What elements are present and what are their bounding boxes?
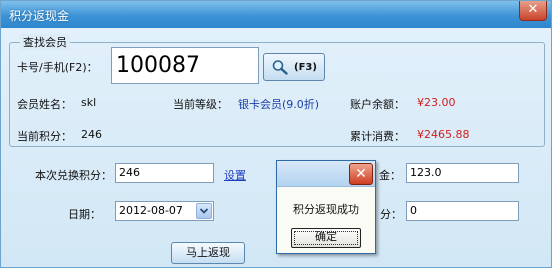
dialog-close-button[interactable]: ✕ [349, 163, 373, 185]
date-picker[interactable]: 2012-08-07 [115, 201, 214, 221]
find-member-legend: 查找会员 [20, 34, 70, 50]
chevron-down-icon [199, 208, 209, 214]
search-button-label: (F3) [294, 61, 317, 73]
dialog-message: 积分返现成功 [293, 203, 359, 216]
redeem-now-button[interactable]: 马上返现 [171, 242, 245, 264]
dialog-ok-button[interactable]: 确定 [291, 228, 361, 248]
title-bar: 积分返现金 ✕ [1, 1, 551, 28]
current-points-value: 246 [81, 128, 102, 141]
redeem-points-input[interactable]: 246 [115, 163, 214, 183]
search-member-button[interactable]: (F3) [263, 53, 325, 81]
date-dropdown-arrow[interactable] [196, 203, 212, 219]
member-level-value: 银卡会员(9.0折) [238, 98, 320, 111]
current-points-label: 当前积分： [17, 130, 72, 143]
window-title: 积分返现金 [9, 9, 70, 23]
member-level-label: 当前等级： [173, 98, 228, 111]
account-balance-label: 账户余额： [350, 98, 405, 111]
total-spent-label: 累计消费： [350, 130, 405, 143]
member-name-label: 会员姓名： [17, 98, 72, 111]
window-close-button[interactable]: ✕ [519, 1, 547, 21]
card-number-label: 卡号/手机(F2)： [17, 61, 98, 74]
date-label: 日期： [68, 208, 101, 221]
redeem-points-window: 积分返现金 ✕ 查找会员 卡号/手机(F2)： 100087 (F3) 会员姓名… [0, 0, 552, 268]
success-dialog: ✕ 积分返现成功 确定 [276, 160, 376, 254]
magnifier-icon [272, 60, 288, 75]
other-amount-label: 分： [380, 208, 402, 221]
settings-link[interactable]: 设置 [224, 167, 246, 183]
total-spent-value: ¥2465.88 [417, 128, 470, 141]
member-name-value: skl [81, 96, 97, 109]
account-balance-value: ¥23.00 [417, 96, 456, 109]
cash-amount-input[interactable]: 123.0 [406, 163, 519, 183]
dialog-title-bar: ✕ [277, 161, 375, 187]
cash-amount-label: 金： [379, 169, 401, 182]
redeem-points-label: 本次兑换积分： [35, 169, 112, 182]
other-amount-input[interactable]: 0 [406, 201, 519, 221]
date-value: 2012-08-07 [119, 204, 183, 217]
card-number-input[interactable]: 100087 [111, 47, 259, 84]
